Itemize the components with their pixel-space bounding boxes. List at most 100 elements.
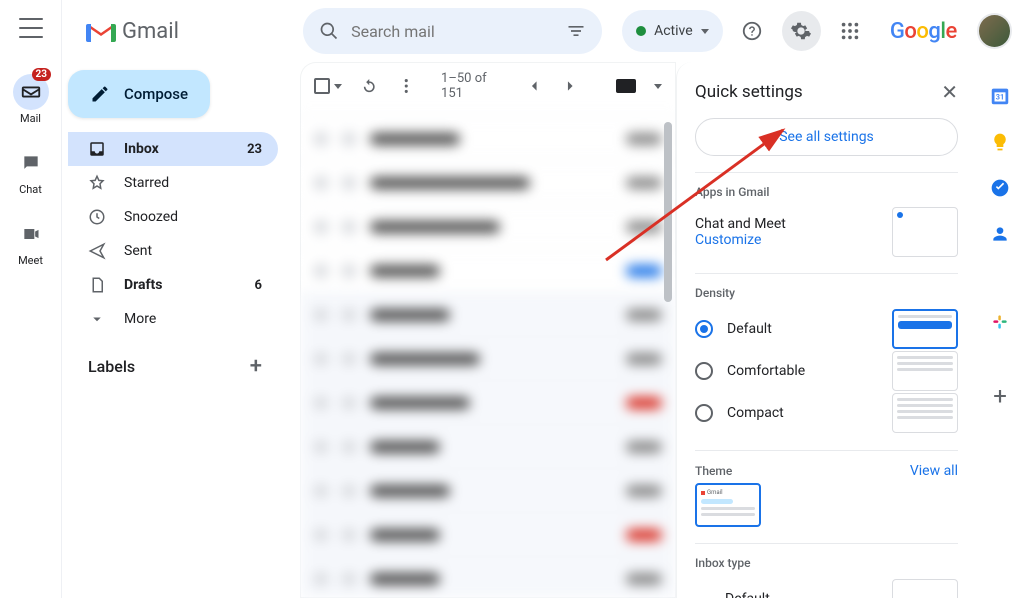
input-tools-button[interactable]	[616, 79, 636, 93]
customize-link[interactable]: Customize	[695, 232, 786, 248]
search-input[interactable]	[351, 22, 554, 41]
contacts-app[interactable]	[988, 222, 1012, 246]
calendar-icon: 31	[989, 85, 1011, 107]
apps-thumbnail	[892, 207, 958, 257]
status-pill[interactable]: Active	[622, 10, 723, 52]
select-all-checkbox[interactable]	[314, 78, 342, 94]
calendar-app[interactable]: 31	[988, 84, 1012, 108]
page-range: 1–50 of 151	[441, 71, 507, 101]
theme-view-all-link[interactable]: View all	[910, 463, 958, 479]
chat-icon	[21, 153, 41, 173]
density-section-label: Density	[695, 286, 958, 300]
prev-page-button[interactable]	[525, 76, 544, 96]
compose-button[interactable]: Compose	[68, 70, 210, 118]
density-default-label: Default	[727, 321, 772, 337]
support-button[interactable]	[733, 11, 772, 51]
rail-meet[interactable]: Meet	[0, 212, 61, 271]
tasks-icon	[990, 178, 1010, 198]
quick-settings-title: Quick settings	[695, 82, 803, 102]
nav-drafts-count: 6	[255, 278, 262, 293]
nav-snoozed[interactable]: Snoozed	[68, 200, 278, 234]
search-icon	[319, 21, 339, 41]
file-icon	[88, 276, 106, 294]
tasks-app[interactable]	[988, 176, 1012, 200]
see-all-label: See all settings	[779, 129, 874, 145]
nav-sent[interactable]: Sent	[68, 234, 278, 268]
rail-chat[interactable]: Chat	[0, 141, 61, 200]
nav-snoozed-label: Snoozed	[124, 209, 178, 225]
keep-app[interactable]	[988, 130, 1012, 154]
theme-option[interactable]: Gmail	[695, 483, 761, 527]
theme-section-label: Theme	[695, 464, 732, 478]
google-wordmark[interactable]: Google	[880, 19, 967, 44]
slack-addon[interactable]	[988, 310, 1012, 334]
nav-starred[interactable]: Starred	[68, 166, 278, 200]
mail-badge: 23	[32, 68, 51, 81]
rail-mail-label: Mail	[20, 112, 41, 125]
message-list[interactable]	[300, 116, 676, 598]
gmail-logo-icon	[86, 20, 116, 42]
density-comfortable[interactable]: Comfortable	[695, 350, 805, 392]
main-menu-button[interactable]	[19, 18, 43, 38]
inbox-type-default[interactable]: Default	[695, 578, 770, 598]
svg-text:31: 31	[996, 93, 1004, 102]
star-icon	[88, 174, 106, 192]
labels-header: Labels	[88, 357, 135, 376]
add-label-button[interactable]: +	[250, 354, 262, 379]
gmail-logo[interactable]: Gmail	[74, 19, 293, 44]
chevron-down-icon	[654, 84, 662, 89]
keep-icon	[990, 132, 1010, 152]
chevron-down-icon	[88, 310, 106, 328]
more-button[interactable]	[397, 76, 416, 96]
settings-button[interactable]	[782, 11, 821, 51]
gear-icon	[790, 20, 812, 42]
nav-starred-label: Starred	[124, 175, 169, 191]
inbox-type-default-label: Default	[725, 591, 770, 598]
inbox-icon	[88, 140, 106, 158]
nav-drafts[interactable]: Drafts 6	[68, 268, 278, 302]
send-icon	[88, 242, 106, 260]
nav-more-label: More	[124, 311, 156, 327]
search-options-icon[interactable]	[566, 21, 586, 41]
radio-icon	[695, 362, 713, 380]
next-page-button[interactable]	[561, 76, 580, 96]
density-comfortable-label: Comfortable	[727, 363, 805, 379]
radio-icon	[695, 320, 713, 338]
mail-icon	[20, 81, 42, 103]
density-compact-thumb	[892, 393, 958, 433]
account-avatar[interactable]	[977, 13, 1012, 49]
compose-label: Compose	[124, 85, 188, 103]
clock-icon	[88, 208, 106, 226]
meet-icon	[21, 224, 41, 244]
density-default-thumb	[892, 309, 958, 349]
density-default[interactable]: Default	[695, 308, 772, 350]
apps-grid-icon	[839, 20, 861, 42]
nav-inbox-count: 23	[247, 142, 262, 157]
scrollbar[interactable]	[664, 122, 672, 302]
help-icon	[741, 20, 763, 42]
apps-item-label: Chat and Meet	[695, 216, 786, 232]
search-box[interactable]	[303, 8, 602, 54]
density-compact[interactable]: Compact	[695, 392, 784, 434]
pencil-icon	[90, 84, 110, 104]
rail-chat-label: Chat	[19, 183, 42, 196]
rail-mail[interactable]: 23 Mail	[0, 70, 61, 129]
brand-text: Gmail	[122, 19, 179, 44]
see-all-settings-button[interactable]: See all settings	[695, 118, 958, 156]
google-apps-button[interactable]	[831, 11, 870, 51]
slack-icon	[990, 312, 1010, 332]
inbox-type-thumb	[892, 579, 958, 598]
close-panel-button[interactable]: ✕	[941, 80, 958, 104]
rail-meet-label: Meet	[18, 254, 43, 267]
get-addons-button[interactable]: +	[988, 384, 1012, 408]
status-label: Active	[654, 23, 693, 39]
nav-more[interactable]: More	[68, 302, 278, 336]
status-dot-icon	[636, 26, 646, 36]
nav-drafts-label: Drafts	[124, 277, 162, 293]
nav-sent-label: Sent	[124, 243, 152, 259]
apps-section-label: Apps in Gmail	[695, 185, 958, 199]
inbox-type-label: Inbox type	[695, 556, 958, 570]
nav-inbox-label: Inbox	[124, 141, 159, 157]
refresh-button[interactable]	[360, 76, 379, 96]
nav-inbox[interactable]: Inbox 23	[68, 132, 278, 166]
